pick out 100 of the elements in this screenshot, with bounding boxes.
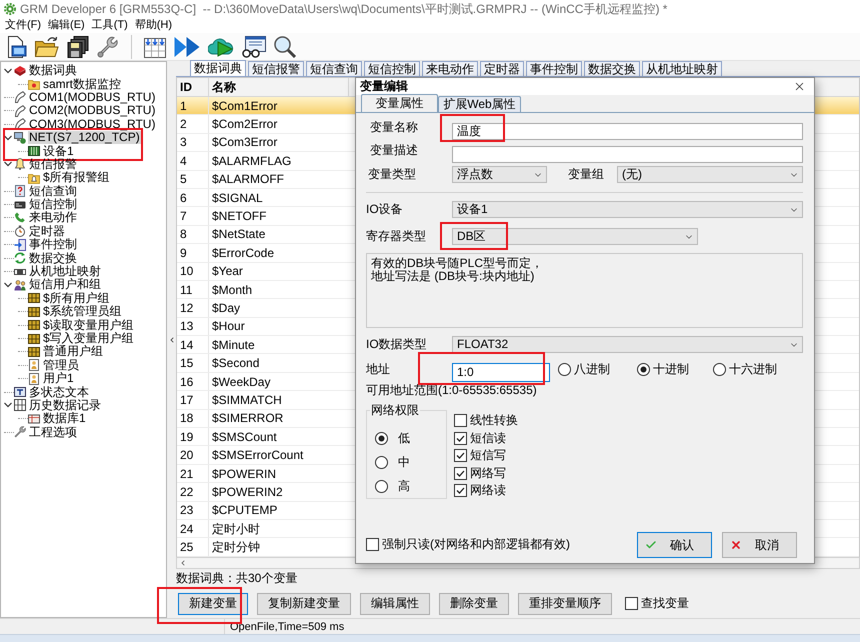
- monitor-glasses-icon[interactable]: [242, 36, 266, 58]
- tab[interactable]: 数据交换: [584, 61, 640, 76]
- dialog-tab[interactable]: 扩展Web属性: [438, 96, 521, 112]
- checkbox-option[interactable]: 查找变量: [625, 596, 689, 610]
- tree-item[interactable]: 短信控制: [28, 198, 78, 212]
- dropdown[interactable]: 浮点数: [452, 166, 547, 183]
- tree-item[interactable]: 从机地址映射: [28, 265, 102, 278]
- radio-option[interactable]: 十进制: [637, 363, 713, 376]
- dropdown[interactable]: (无): [617, 166, 803, 183]
- cloud-play-icon[interactable]: [208, 36, 234, 58]
- dialog-button[interactable]: 确认: [637, 532, 712, 558]
- checkbox-option[interactable]: 短信写: [454, 447, 518, 464]
- tree-item[interactable]: 用户1: [42, 372, 75, 386]
- action-button[interactable]: 编辑属性: [360, 592, 430, 614]
- tab[interactable]: 短信报警: [248, 61, 304, 76]
- tree-item[interactable]: COM1(MODBUS_RTU): [28, 90, 156, 104]
- scroll-left-icon[interactable]: [179, 559, 187, 567]
- fast-forward-icon[interactable]: [174, 36, 200, 58]
- tab[interactable]: 从机地址映射: [642, 61, 722, 76]
- tree-item[interactable]: 数据库1: [42, 412, 87, 426]
- expand-chevron-icon[interactable]: [4, 160, 12, 168]
- tab[interactable]: 来电动作: [422, 61, 478, 76]
- tree-item[interactable]: 管理员: [42, 358, 80, 372]
- expand-chevron-icon[interactable]: [4, 134, 12, 142]
- checkbox-option[interactable]: 网络读: [454, 482, 518, 500]
- action-button[interactable]: 删除变量: [439, 592, 509, 614]
- radio-option[interactable]: 中: [375, 450, 425, 474]
- radio-option[interactable]: 八进制: [558, 363, 637, 376]
- tree-item[interactable]: $读取变量用户组: [42, 318, 135, 332]
- tree-item[interactable]: 短信用户和组: [28, 278, 102, 292]
- tree-item[interactable]: 事件控制: [28, 238, 78, 252]
- tree-item[interactable]: samrt数据监控: [42, 78, 122, 91]
- radio-icon[interactable]: [637, 363, 650, 376]
- floppy-disks-icon[interactable]: [67, 36, 89, 58]
- radio-icon[interactable]: [375, 456, 388, 468]
- tree-item[interactable]: 数据词典: [28, 64, 78, 78]
- text-field[interactable]: [452, 146, 803, 162]
- radio-option[interactable]: 十六进制: [713, 363, 789, 376]
- checkbox-icon[interactable]: [454, 484, 467, 498]
- open-folder-icon[interactable]: [35, 36, 59, 58]
- tree-item[interactable]: 设备1: [42, 144, 75, 158]
- search-icon[interactable]: [274, 36, 296, 58]
- dropdown[interactable]: 设备1: [452, 201, 803, 218]
- tree-item[interactable]: 短信报警: [28, 158, 78, 171]
- tab[interactable]: 数据词典: [190, 60, 246, 76]
- menu-item[interactable]: 编辑(E): [47, 19, 86, 32]
- tree-item[interactable]: COM2(MODBUS_RTU): [28, 104, 156, 118]
- dialog-tab[interactable]: 变量属性: [361, 94, 438, 112]
- radio-icon[interactable]: [558, 363, 571, 376]
- tree-item[interactable]: 定时器: [28, 224, 66, 238]
- tree-item[interactable]: 数据交换: [28, 252, 78, 265]
- wrench-icon[interactable]: [97, 36, 119, 58]
- checkbox-icon[interactable]: [625, 596, 638, 610]
- expand-chevron-icon[interactable]: [4, 280, 12, 289]
- checkbox-icon[interactable]: [454, 432, 467, 445]
- checkbox-icon[interactable]: [454, 414, 467, 428]
- checkbox-option[interactable]: 线性转换: [454, 412, 518, 430]
- tree-item[interactable]: 短信查询: [28, 184, 78, 198]
- expand-chevron-icon[interactable]: [4, 401, 12, 410]
- tab[interactable]: 短信控制: [364, 61, 420, 76]
- tree-item[interactable]: $写入变量用户组: [42, 332, 135, 345]
- radio-icon[interactable]: [375, 432, 388, 444]
- checkbox-option[interactable]: 网络写: [454, 464, 518, 482]
- checkbox-option[interactable]: 短信读: [454, 430, 518, 447]
- tree-item[interactable]: NET(S7_1200_TCP): [28, 131, 141, 144]
- tab[interactable]: 事件控制: [526, 61, 582, 76]
- column-header[interactable]: ID: [177, 78, 209, 96]
- radio-icon[interactable]: [713, 363, 726, 376]
- dropdown[interactable]: DB区: [452, 228, 698, 245]
- expand-chevron-icon[interactable]: [4, 66, 12, 75]
- text-field[interactable]: 1:0: [452, 362, 550, 382]
- column-header[interactable]: 名称: [209, 78, 349, 96]
- checkbox-icon[interactable]: [454, 449, 467, 462]
- checkbox-icon[interactable]: [366, 538, 379, 551]
- menu-item[interactable]: 文件(F): [4, 19, 42, 32]
- checkbox-icon[interactable]: [454, 466, 467, 480]
- tree-item[interactable]: 历史数据记录: [28, 398, 102, 412]
- tree-item[interactable]: 工程选项: [28, 426, 78, 439]
- dialog-button[interactable]: 取消: [722, 532, 797, 558]
- tree-item[interactable]: $系统管理员组: [42, 305, 123, 318]
- tree-item[interactable]: 来电动作: [28, 211, 78, 224]
- checkbox-option[interactable]: 强制只读(对网络和内部逻辑都有效): [366, 538, 570, 551]
- tree-item[interactable]: $所有用户组: [42, 292, 111, 305]
- grid-download-icon[interactable]: [144, 36, 166, 58]
- tree-item[interactable]: 多状态文本: [28, 386, 90, 399]
- action-button[interactable]: 复制新建变量: [257, 592, 351, 614]
- radio-option[interactable]: 低: [375, 426, 425, 450]
- tree-item[interactable]: $所有报警组: [42, 171, 111, 184]
- tree-item[interactable]: COM3(MODBUS_RTU): [28, 118, 156, 131]
- action-button[interactable]: 新建变量: [178, 592, 248, 614]
- text-field[interactable]: 温度: [452, 123, 803, 140]
- menu-item[interactable]: 帮助(H): [134, 19, 174, 32]
- tree-item[interactable]: 普通用户组: [42, 345, 104, 358]
- menu-item[interactable]: 工具(T): [90, 19, 129, 32]
- action-button[interactable]: 重排变量顺序: [518, 592, 612, 614]
- radio-icon[interactable]: [375, 480, 388, 492]
- tab[interactable]: 短信查询: [306, 61, 362, 76]
- radio-option[interactable]: 高: [375, 474, 425, 498]
- close-icon[interactable]: [793, 80, 806, 93]
- tab[interactable]: 定时器: [480, 61, 524, 76]
